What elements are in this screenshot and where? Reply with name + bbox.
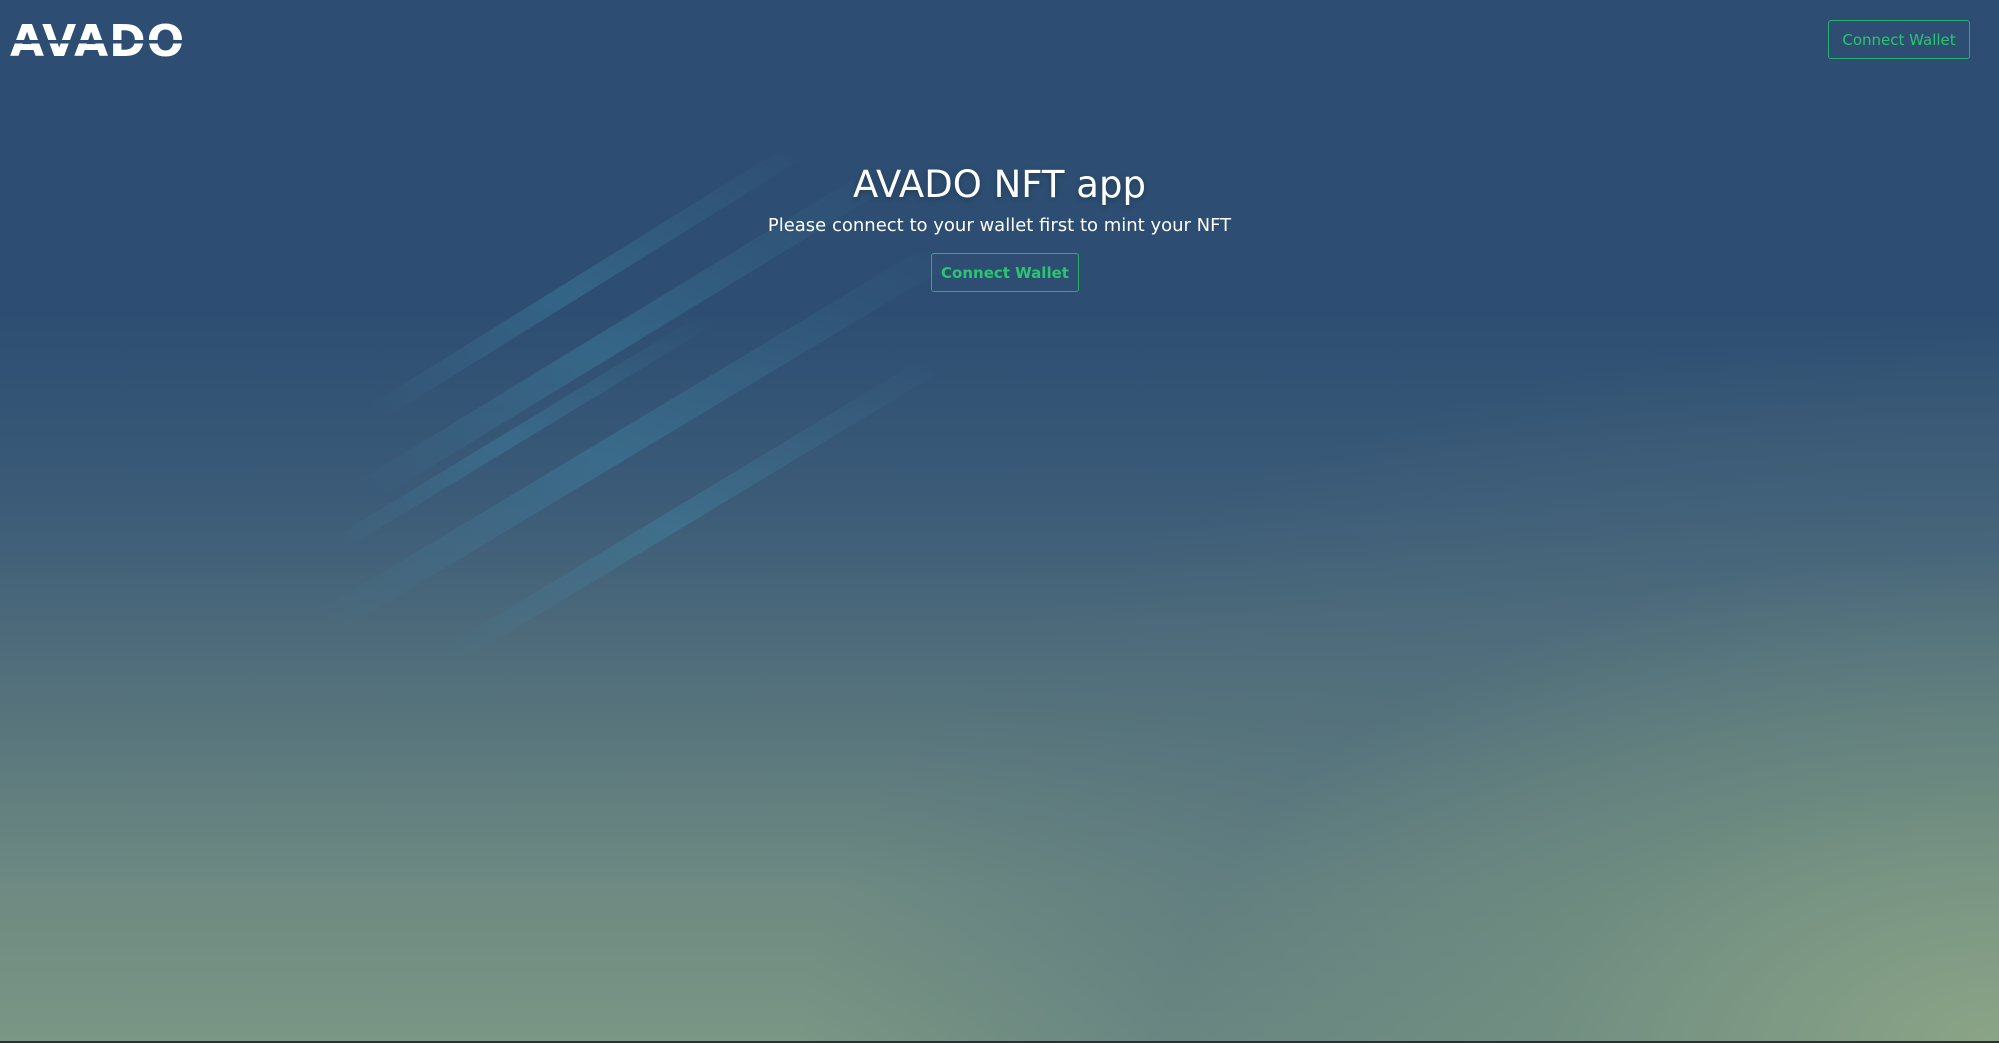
avado-logo: AVADO bbox=[10, 16, 200, 64]
app-page: AVADO Connect Wallet AVADO NFT app Pleas… bbox=[0, 0, 1999, 1043]
page-subtitle: Please connect to your wallet first to m… bbox=[767, 215, 1232, 236]
header-connect-wallet-button[interactable]: Connect Wallet bbox=[1828, 20, 1970, 59]
page-title: AVADO NFT app bbox=[853, 163, 1146, 206]
background-light-streaks bbox=[320, 150, 948, 662]
main-connect-wallet-button[interactable]: Connect Wallet bbox=[931, 253, 1079, 292]
